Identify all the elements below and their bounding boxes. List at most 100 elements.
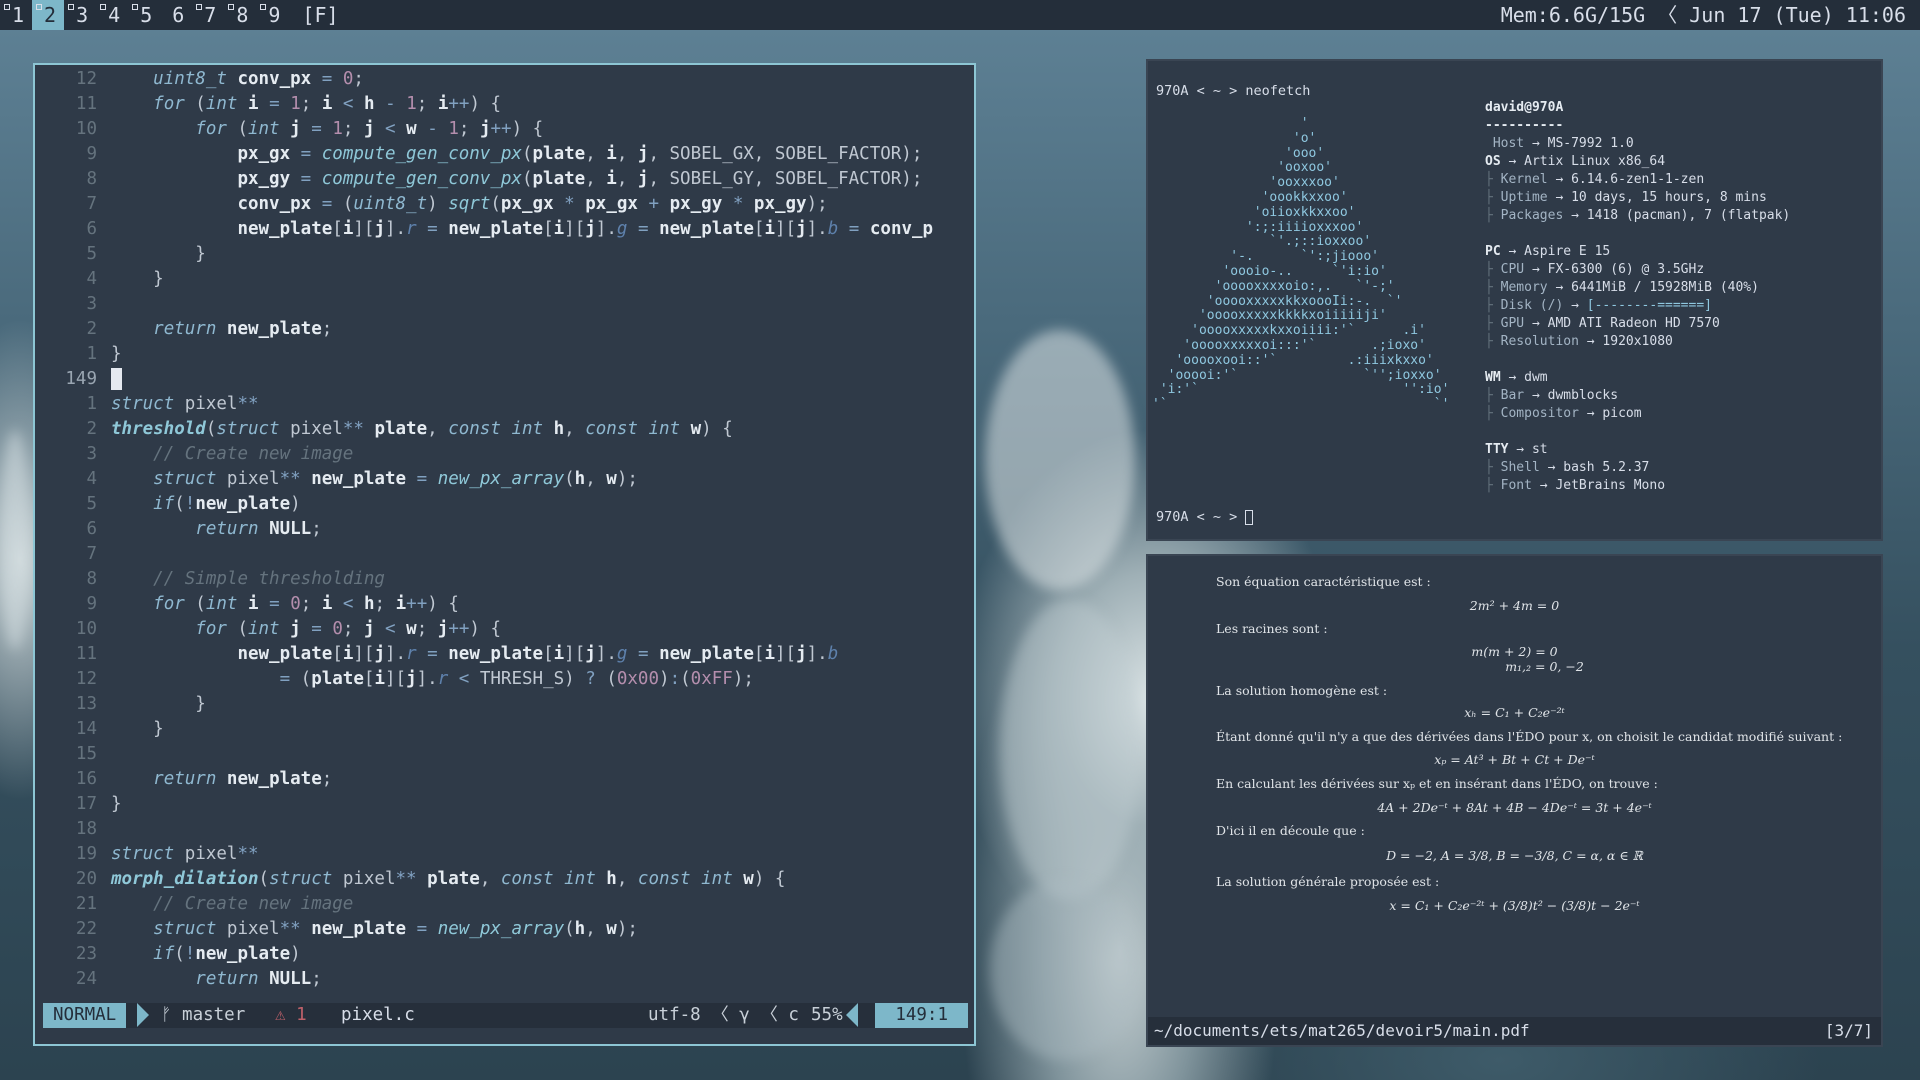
- logo-line: `'.;::ioxxoo': [1152, 234, 1372, 250]
- info-tree-glyph: ├: [1485, 460, 1501, 475]
- info-key: Kernel: [1500, 172, 1548, 187]
- info-tree-glyph: ├: [1485, 388, 1501, 403]
- tag-3[interactable]: 3: [64, 0, 96, 30]
- logo-line: 'ooo': [1152, 145, 1325, 161]
- info-key: Font: [1500, 478, 1532, 493]
- pdf-paragraph: Les racines sont :: [1216, 621, 1328, 636]
- mode-indicator: NORMAL: [43, 1003, 127, 1028]
- pdf-paragraph: D'ici il en découle que :: [1216, 823, 1365, 838]
- info-row: ├ Memory → 6441MiB / 15928MiB (40%): [1485, 279, 1875, 297]
- wallpaper-ice: [985, 330, 1135, 590]
- logo-line: '-. `':;jiooo': [1152, 249, 1379, 265]
- info-value: dwmblocks: [1547, 388, 1619, 403]
- pdf-equation: xₕ = C₁ + C₂e⁻²ᵗ: [1464, 705, 1565, 720]
- file-encoding: utf-8 〈 γ 〈 c: [648, 1005, 799, 1025]
- text-cursor: [111, 368, 122, 390]
- diagnostic-warnings[interactable]: ⚠ 1: [275, 1003, 307, 1028]
- info-value: 6441MiB / 15928MiB (40%): [1571, 280, 1759, 295]
- tag-5[interactable]: 5: [128, 0, 160, 30]
- info-row: OS → Artix Linux x86_64: [1485, 153, 1875, 171]
- code-buffer[interactable]: 12 uint8_t conv_px = 0; 11 for (int i = …: [35, 67, 970, 992]
- info-row: ├ Font → JetBrains Mono: [1485, 477, 1875, 495]
- pdf-paragraph: Son équation caractéristique est :: [1216, 574, 1431, 589]
- info-value: [--------======]: [1586, 298, 1712, 313]
- pdf-equation: m₁,₂ = 0, −2: [1505, 659, 1584, 674]
- logo-line: 'ooxoo': [1152, 160, 1333, 176]
- tag-1[interactable]: 1: [0, 0, 32, 30]
- tag-6[interactable]: 6: [160, 0, 192, 30]
- logo-line: 'oookkxxoo': [1152, 189, 1348, 205]
- tag-8[interactable]: 8: [224, 0, 256, 30]
- pdf-page[interactable]: Son équation caractéristique est : 2m² + …: [1148, 556, 1881, 1016]
- arrow-icon: →: [1578, 334, 1603, 349]
- pdf-paragraph: La solution générale proposée est :: [1216, 874, 1440, 889]
- status-bar: 123456789 [F] Mem:6.6G/15G 〈 Jun 17 (Tue…: [0, 0, 1920, 30]
- arrow-icon: →: [1508, 442, 1532, 457]
- arrow-icon: →: [1524, 136, 1548, 151]
- position-separator: [846, 1003, 858, 1027]
- arrow-icon: →: [1547, 172, 1572, 187]
- editor-statusline: NORMAL ᚠ master ⚠ 1 pixel.c utf-8 〈 γ 〈 …: [43, 1003, 968, 1028]
- pdf-file-path: ~/documents/ets/mat265/devoir5/main.pdf: [1154, 1021, 1530, 1040]
- pdf-equation: xₚ = At³ + Bt + Ct + De⁻ᵗ: [1434, 752, 1595, 767]
- logo-line: 'oiioxkkxxoo': [1152, 204, 1356, 220]
- logo-line: 'ooooxxxxxkxxoiiii:'` .i': [1152, 323, 1426, 339]
- pdf-equation: 2m² + 4m = 0: [1469, 598, 1560, 613]
- arrow-icon: →: [1524, 262, 1548, 277]
- info-key: Bar: [1500, 388, 1525, 403]
- info-row: Host → MS-7992 1.0: [1485, 135, 1875, 153]
- arrow-icon: →: [1563, 298, 1587, 313]
- info-value: 6.14.6-zen1-1-zen: [1571, 172, 1705, 187]
- info-row: ├ Resolution → 1920x1080: [1485, 333, 1875, 351]
- terminal-window[interactable]: 970A < ~ > neofetch ' 'o' 'ooo' 'ooxoo' …: [1146, 59, 1883, 541]
- logo-line: '` `': [1152, 397, 1450, 413]
- tag-4[interactable]: 4: [96, 0, 128, 30]
- logo-line: 'ooxxxoo': [1152, 175, 1340, 191]
- info-key: OS: [1485, 154, 1501, 169]
- prompt-command: 970A < ~ > neofetch: [1156, 83, 1311, 99]
- info-key: WM: [1485, 370, 1501, 385]
- info-tree-glyph: ├: [1485, 172, 1501, 187]
- info-key: CPU: [1500, 262, 1525, 277]
- pdf-equation: 4A + 2De⁻ᵗ + 8At + 4B − 4De⁻ᵗ = 3t + 4e⁻…: [1377, 800, 1652, 815]
- pdf-page-counter: [3/7]: [1824, 1021, 1873, 1040]
- info-row: [1485, 225, 1875, 243]
- logo-line: 'o': [1152, 130, 1317, 146]
- wallpaper-ice: [1000, 600, 1140, 900]
- info-row: PC → Aspire E 15: [1485, 243, 1875, 261]
- system-status: Mem:6.6G/15G 〈 Jun 17 (Tue) 11:06: [1500, 3, 1906, 27]
- layout-indicator[interactable]: [F]: [302, 0, 338, 30]
- terminal-output[interactable]: 970A < ~ > neofetch ' 'o' 'ooo' 'ooxoo' …: [1152, 83, 1877, 525]
- cursor-position: 149:1: [875, 1003, 968, 1028]
- info-row: ├ Shell → bash 5.2.37: [1485, 459, 1875, 477]
- logo-line: 'oooio-.. `'i:io': [1152, 263, 1387, 279]
- info-row: [1485, 351, 1875, 369]
- info-tree-glyph: ├: [1485, 478, 1501, 493]
- editor-window[interactable]: 12 uint8_t conv_px = 0; 11 for (int i = …: [33, 63, 976, 1046]
- info-value: MS-7992 1.0: [1547, 136, 1634, 151]
- wallpaper-ice: [990, 880, 1140, 1060]
- scroll-percent: 55%: [811, 1005, 843, 1025]
- info-row: ├ Kernel → 6.14.6-zen1-1-zen: [1485, 171, 1875, 189]
- info-row: ├ Disk (/) → [--------======]: [1485, 297, 1875, 315]
- pdf-viewer-window[interactable]: Son équation caractéristique est : 2m² + …: [1146, 554, 1883, 1047]
- tag-9[interactable]: 9: [256, 0, 288, 30]
- info-key: GPU: [1500, 316, 1525, 331]
- info-row: [1485, 423, 1875, 441]
- tag-2[interactable]: 2: [32, 0, 65, 30]
- logo-line: 'ooooxxxxxkkxoooIi:-. `': [1152, 293, 1403, 309]
- tag-7[interactable]: 7: [192, 0, 224, 30]
- info-value: AMD ATI Radeon HD 7570: [1547, 316, 1720, 331]
- pdf-paragraph: La solution homogène est :: [1216, 683, 1388, 698]
- info-tree-glyph: [1485, 136, 1493, 151]
- logo-line: ': [1152, 116, 1309, 131]
- info-value: dwm: [1524, 370, 1548, 385]
- info-tree-glyph: ├: [1485, 298, 1501, 313]
- info-tree-glyph: ├: [1485, 316, 1501, 331]
- info-value: 10 days, 15 hours, 8 mins: [1571, 190, 1767, 205]
- system-info: david@970A ---------- Host → MS-7992 1.0 O…: [1485, 99, 1875, 495]
- arrow-icon: →: [1578, 406, 1603, 421]
- terminal-cursor: [1245, 509, 1254, 525]
- info-key: Shell: [1500, 460, 1540, 475]
- terminal-prompt-active[interactable]: 970A < ~ >: [1156, 509, 1254, 525]
